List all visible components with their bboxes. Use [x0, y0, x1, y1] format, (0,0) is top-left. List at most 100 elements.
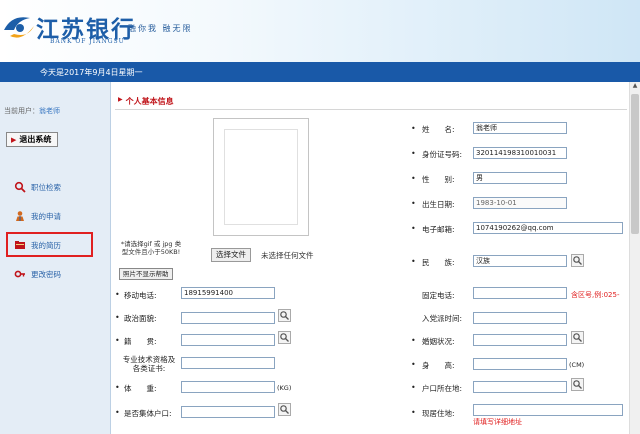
- photo-frame: [224, 129, 298, 225]
- choose-file-button[interactable]: 选择文件: [211, 248, 251, 262]
- collective-hukou-label: 是否集体户口:: [124, 409, 172, 418]
- required-marker: •: [411, 124, 416, 133]
- weight-field[interactable]: [181, 381, 275, 393]
- required-marker: •: [411, 257, 416, 266]
- logout-label: 退出系统: [19, 135, 52, 144]
- hukou-location-label: 户口所在地:: [422, 384, 463, 393]
- required-marker: •: [115, 336, 120, 345]
- required-marker: •: [411, 149, 416, 158]
- marital-status-label: 婚姻状况:: [422, 337, 455, 346]
- section-divider: [115, 109, 627, 110]
- magnifier-icon: [573, 333, 582, 342]
- required-marker: •: [411, 174, 416, 183]
- native-place-lookup-button[interactable]: [278, 331, 291, 344]
- email-field[interactable]: 1074190262@qq.com: [473, 222, 623, 234]
- current-user: 当前用户：翁老师: [4, 106, 60, 116]
- required-marker: •: [115, 290, 120, 299]
- native-place-field[interactable]: [181, 334, 275, 346]
- magnifier-icon: [280, 333, 289, 342]
- height-field[interactable]: [473, 358, 567, 370]
- height-label: 身 高:: [422, 361, 455, 370]
- magnifier-icon: [280, 405, 289, 414]
- magnifier-icon: [280, 311, 289, 320]
- header-banner: 江苏银行 BANK OF JIANGSU 融你我 融无限: [0, 0, 640, 62]
- marital-status-lookup-button[interactable]: [571, 331, 584, 344]
- scroll-up-icon[interactable]: ▲: [630, 82, 640, 92]
- section-marker-icon: ▶: [118, 96, 123, 103]
- landline-field[interactable]: [473, 287, 567, 299]
- required-marker: •: [411, 408, 416, 417]
- height-unit: (CM): [569, 361, 585, 369]
- logout-icon: ▶: [11, 136, 17, 144]
- ethnicity-label: 民 族:: [422, 258, 455, 267]
- name-label: 姓 名:: [422, 125, 455, 134]
- current-address-label: 现居住地:: [422, 409, 455, 418]
- current-user-name: 翁老师: [39, 107, 60, 115]
- weight-label: 体 重:: [124, 384, 157, 393]
- sidebar-item-my-applications[interactable]: 我的申请: [14, 208, 61, 224]
- key-icon: [14, 270, 25, 278]
- weight-unit: (KG): [277, 384, 292, 392]
- highlight-box: [6, 232, 93, 257]
- section-title: ▶ 个人基本信息: [118, 96, 174, 107]
- native-place-label: 籍 贯:: [124, 337, 157, 346]
- mobile-field[interactable]: 18915991400: [181, 287, 275, 299]
- main-content: ▶ 个人基本信息 *请选择gif 或 jpg 类型文件且小于50KB! 选择文件 …: [111, 82, 629, 434]
- current-user-label: 当前用户：: [4, 107, 39, 115]
- email-label: 电子邮箱:: [422, 225, 455, 234]
- photo-preview: [213, 118, 309, 236]
- mobile-label: 移动电话:: [124, 291, 157, 300]
- ethnicity-field[interactable]: 汉族: [473, 255, 567, 267]
- political-status-lookup-button[interactable]: [278, 309, 291, 322]
- required-marker: •: [411, 336, 416, 345]
- bank-logo-english: BANK OF JIANGSU: [50, 38, 125, 45]
- sidebar-item-job-search[interactable]: 职位检索: [14, 179, 61, 195]
- sidebar: 当前用户：翁老师 ▶ 退出系统 职位检索 我的申请 我的简历 更改密码: [0, 82, 111, 434]
- magnifier-icon: [573, 380, 582, 389]
- photo-help-button[interactable]: 照片不显示帮助: [119, 268, 173, 280]
- section-title-text: 个人基本信息: [125, 97, 174, 106]
- gender-label: 性 别:: [422, 175, 455, 184]
- political-status-field[interactable]: [181, 312, 275, 324]
- magnifier-icon: [573, 256, 582, 265]
- scrollbar-thumb[interactable]: [631, 94, 639, 234]
- current-address-field[interactable]: [473, 404, 623, 416]
- id-number-label: 身份证号码:: [422, 150, 463, 159]
- required-marker: •: [411, 360, 416, 369]
- party-join-date-field[interactable]: [473, 312, 567, 324]
- marital-status-field[interactable]: [473, 334, 567, 346]
- certificates-field[interactable]: [181, 357, 275, 369]
- required-marker: •: [411, 224, 416, 233]
- address-hint: 请填写详细地址: [473, 418, 522, 426]
- political-status-label: 政治面貌:: [124, 314, 157, 323]
- slogan: 融你我 融无限: [128, 24, 193, 33]
- collective-hukou-field[interactable]: [181, 406, 275, 418]
- landline-label: 固定电话:: [422, 291, 455, 300]
- sidebar-item-change-password[interactable]: 更改密码: [14, 266, 61, 282]
- person-icon: [16, 211, 24, 221]
- current-date: 今天是2017年9月4日星期一: [40, 68, 143, 77]
- gender-field[interactable]: 男: [473, 172, 567, 184]
- bank-logo-icon: [4, 17, 34, 38]
- required-marker: •: [115, 383, 120, 392]
- logout-button[interactable]: ▶ 退出系统: [6, 132, 59, 147]
- hukou-location-lookup-button[interactable]: [571, 378, 584, 391]
- id-number-field[interactable]: 320114198310010031: [473, 147, 567, 159]
- sidebar-item-label: 我的申请: [31, 211, 61, 221]
- certificates-label: 专业技术资格及各类证书:: [122, 355, 176, 373]
- hukou-location-field[interactable]: [473, 381, 567, 393]
- sidebar-item-label: 更改密码: [31, 269, 61, 279]
- name-field[interactable]: 翁老师: [473, 122, 567, 134]
- vertical-scrollbar[interactable]: ▲: [629, 82, 640, 434]
- landline-hint: 含区号,例:025-: [571, 291, 620, 299]
- collective-hukou-lookup-button[interactable]: [278, 403, 291, 416]
- required-marker: •: [115, 408, 120, 417]
- photo-tip: *请选择gif 或 jpg 类型文件且小于50KB!: [120, 240, 182, 256]
- ethnicity-lookup-button[interactable]: [571, 254, 584, 267]
- required-marker: •: [115, 313, 120, 322]
- required-marker: •: [411, 199, 416, 208]
- file-status: 未选择任何文件: [261, 251, 314, 260]
- date-bar: 今天是2017年9月4日星期一: [0, 62, 640, 82]
- birth-date-field[interactable]: 1983-10-01: [473, 197, 567, 209]
- required-marker: •: [411, 383, 416, 392]
